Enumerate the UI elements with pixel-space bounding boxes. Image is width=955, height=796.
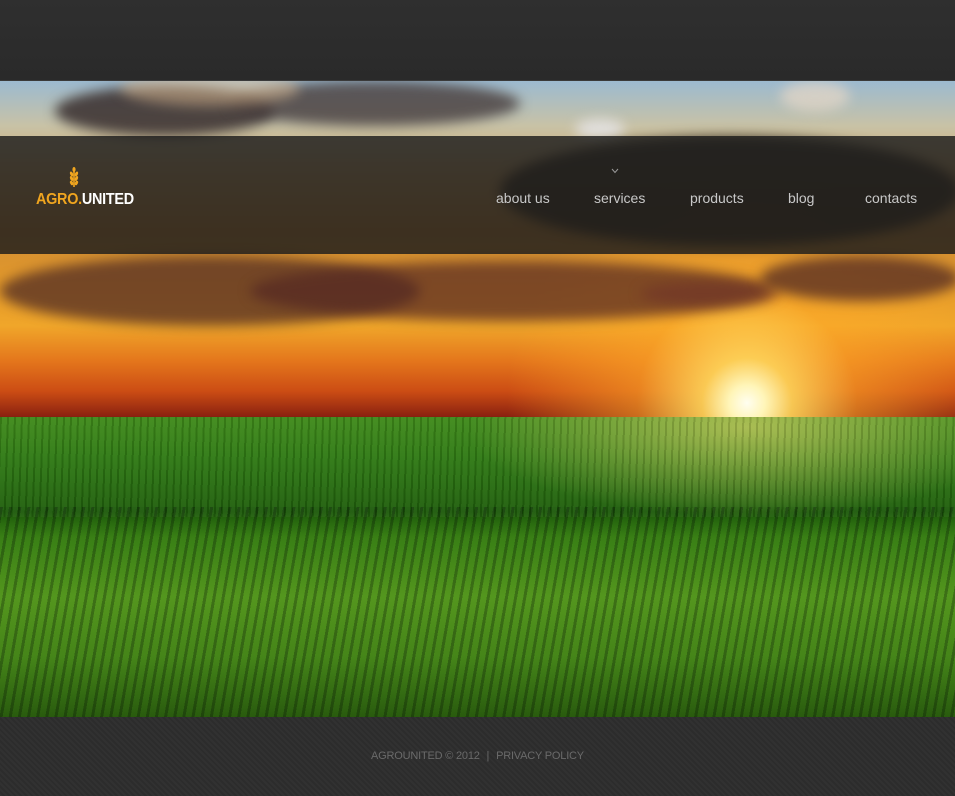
cloud bbox=[780, 81, 850, 111]
top-strip bbox=[0, 0, 955, 81]
nav-item-services[interactable]: services bbox=[594, 190, 645, 208]
logo[interactable]: AGRO.UNITED bbox=[36, 167, 136, 212]
footer-line: AGROUNITED © 2012 | PRIVACY POLICY bbox=[0, 750, 955, 762]
hero-field bbox=[0, 417, 955, 717]
footer-separator: | bbox=[486, 750, 490, 762]
chevron-down-icon bbox=[611, 168, 619, 174]
cloud bbox=[760, 256, 955, 301]
nav-item-blog[interactable]: blog bbox=[788, 190, 814, 208]
wheat-icon bbox=[69, 167, 79, 187]
cloud bbox=[640, 281, 780, 306]
logo-part-united: UNITED bbox=[81, 191, 134, 208]
logo-part-agro: AGRO. bbox=[36, 191, 82, 208]
privacy-policy-link[interactable]: PRIVACY POLICY bbox=[496, 750, 584, 762]
nav-item-about-us[interactable]: about us bbox=[496, 190, 550, 208]
logo-text: AGRO.UNITED bbox=[36, 191, 134, 209]
footer-copyright: AGROUNITED © 2012 bbox=[371, 750, 480, 762]
nav-item-products[interactable]: products bbox=[690, 190, 744, 208]
nav-item-contacts[interactable]: contacts bbox=[865, 190, 917, 208]
